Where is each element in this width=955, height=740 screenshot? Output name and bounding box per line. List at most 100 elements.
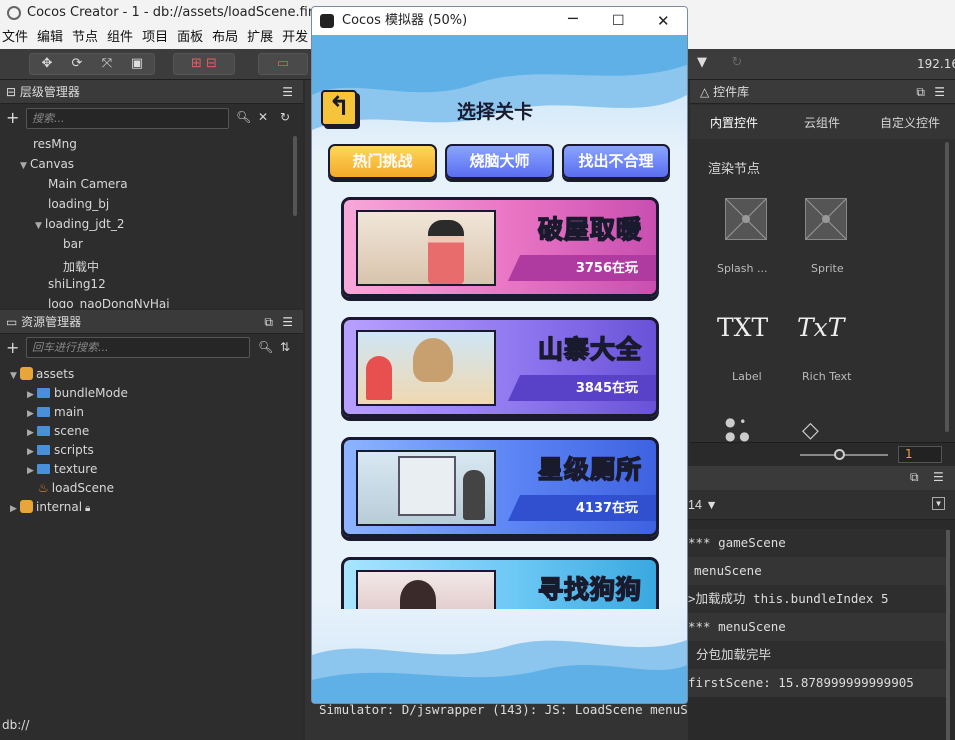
assets-root[interactable]: ▼ assets (10, 364, 74, 384)
tree-node[interactable]: resMng (33, 134, 77, 154)
asset-scene-file[interactable]: ♨ loadScene (38, 478, 114, 498)
snap-tools[interactable]: ▭ (258, 53, 308, 75)
tab-custom[interactable]: 自定义控件 (880, 114, 940, 131)
menu-edit[interactable]: 编辑 (37, 27, 63, 49)
label-widget-icon[interactable]: TXT (717, 313, 768, 342)
expand-arrow-icon[interactable]: ▼ (10, 366, 20, 386)
tree-node-label: texture (54, 462, 98, 476)
menu-file[interactable]: 文件 (2, 27, 28, 49)
asset-folder[interactable]: ▶ scene (27, 421, 89, 441)
log-line: >加载成功 this.bundleIndex 5 (688, 585, 948, 613)
tab-hot-challenge[interactable]: 热门挑战 (328, 144, 437, 179)
menu-node[interactable]: 节点 (72, 27, 98, 49)
asset-folder[interactable]: ▶ main (27, 402, 84, 422)
tree-node[interactable]: bar (63, 234, 83, 254)
tree-node[interactable]: Main Camera (48, 174, 128, 194)
assets-tree: ▼ assets ▶ bundleMode ▶ main ▶ scene ▶ script… (0, 364, 300, 524)
panel-popout-icon[interactable]: ⧉ (910, 470, 919, 485)
back-button[interactable]: ↰ (321, 90, 357, 126)
locate-icon[interactable]: ✕ (258, 110, 268, 124)
menu-project[interactable]: 项目 (142, 27, 168, 49)
hierarchy-search-input[interactable]: 搜索... (26, 108, 229, 129)
search-icon[interactable]: 🔍︎ (236, 110, 251, 124)
sort-icon[interactable]: ⇅ (280, 340, 290, 354)
level-card[interactable]: 星级厕所 4137在玩 (341, 437, 659, 537)
level-title: 星级厕所 (537, 454, 642, 485)
back-arrow-icon: ↰ (328, 92, 350, 122)
paint-splash-bottom (312, 640, 687, 703)
tree-node-label: loadScene (51, 481, 114, 495)
add-node-icon[interactable]: + (6, 108, 19, 127)
expand-arrow-icon[interactable]: ▼ (35, 216, 45, 236)
tree-node[interactable]: loading_bj (48, 194, 109, 214)
tiledmap-widget-icon[interactable]: ◇ (802, 418, 819, 443)
refresh-hierarchy-icon[interactable]: ↻ (280, 110, 290, 124)
close-icon[interactable]: ✕ (657, 7, 670, 35)
expand-arrow-icon[interactable]: ▼ (20, 156, 30, 176)
hierarchy-scrollbar[interactable] (293, 136, 297, 216)
console-toolbar: 14 ▼ ▼ (688, 490, 955, 520)
zoom-input[interactable]: 1 (898, 446, 942, 463)
splash-widget[interactable] (725, 198, 767, 240)
folder-icon (37, 426, 50, 436)
particle-widget-icon[interactable]: ● • ● ● (725, 415, 750, 443)
tab-cloud[interactable]: 云组件 (804, 114, 840, 131)
tab-builtin[interactable]: 内置控件 (710, 114, 758, 131)
window-title: Cocos Creator - 1 - db://assets/loadScen… (27, 5, 321, 20)
panel-menu-icon[interactable]: ☰ (934, 80, 945, 104)
level-players: 4137在玩 (575, 501, 638, 516)
folder-icon (37, 445, 50, 455)
maximize-icon[interactable]: ☐ (612, 7, 625, 35)
menu-developer[interactable]: 开发 (282, 27, 308, 49)
menu-layout[interactable]: 布局 (212, 27, 238, 49)
rich-text-widget-icon[interactable]: TxT (797, 313, 844, 342)
tab-brain-master[interactable]: 烧脑大师 (445, 144, 554, 179)
menu-extension[interactable]: 扩展 (247, 27, 273, 49)
search-icon[interactable]: 🔍︎ (258, 340, 273, 354)
level-card[interactable]: 破屋取暖 3756在玩 (341, 197, 659, 297)
sprite-widget[interactable] (805, 198, 847, 240)
panel-menu-icon[interactable]: ☰ (282, 310, 293, 334)
tree-node[interactable]: shiLing12 (48, 274, 106, 294)
panel-menu-icon[interactable]: ☰ (933, 470, 944, 484)
gumball-machine (366, 356, 392, 400)
asset-folder[interactable]: ▶ texture (27, 459, 97, 479)
tree-node-loading-jdt[interactable]: ▼ loading_jdt_2 (35, 214, 125, 234)
asset-folder[interactable]: ▶ bundleMode (27, 383, 128, 403)
rotate-tool-icon[interactable]: ⟳ (62, 54, 92, 74)
panel-menu-icon[interactable]: ☰ (282, 80, 293, 104)
move-tool-icon[interactable]: ✥ (32, 54, 62, 74)
pivot-tools[interactable]: ⊞ ⊟ (173, 53, 235, 75)
widget-library-title: 控件库 (713, 85, 750, 99)
collapse-arrow-icon[interactable]: ▶ (27, 461, 37, 481)
play-dropdown-icon[interactable]: ▼ (690, 53, 714, 75)
widget-scrollbar[interactable] (945, 142, 949, 432)
minimize-icon[interactable]: ─ (568, 7, 578, 33)
level-card[interactable]: 寻找狗狗 (341, 557, 659, 609)
asset-folder[interactable]: ▶ scripts (27, 440, 94, 460)
tab-find-unreasonable[interactable]: 找出不合理 (562, 144, 670, 179)
add-asset-icon[interactable]: + (6, 338, 19, 357)
assets-internal[interactable]: ▶ internal 🔒︎ (10, 497, 90, 517)
menu-panel[interactable]: 面板 (177, 27, 203, 49)
cocos-logo-icon (320, 14, 334, 28)
font-size-select[interactable]: 14 ▼ (688, 498, 718, 512)
console-scrollbar[interactable] (946, 530, 950, 740)
scale-tool-icon[interactable]: ⤧ (92, 54, 122, 74)
refresh-icon[interactable]: ↻ (724, 53, 750, 75)
collapse-arrow-icon[interactable]: ▶ (10, 499, 20, 519)
panel-popout-icon[interactable]: ⧉ (264, 310, 273, 334)
assets-search-input[interactable]: 回车进行搜索... (26, 337, 250, 358)
tree-node-canvas[interactable]: ▼ Canvas (20, 154, 74, 174)
rect-tool-icon[interactable]: ▣ (122, 54, 152, 74)
splash-label: Splash ... (717, 262, 768, 275)
level-card[interactable]: 山寨大全 3845在玩 (341, 317, 659, 417)
folder-icon (37, 388, 50, 398)
panel-popout-icon[interactable]: ⧉ (916, 80, 925, 104)
collapse-icon[interactable]: ▼ (932, 497, 945, 510)
tree-node[interactable]: logo_naoDongNvHai (48, 294, 170, 308)
zoom-slider-handle[interactable] (834, 449, 845, 460)
font-size-value: 14 (688, 498, 702, 512)
menu-component[interactable]: 组件 (107, 27, 133, 49)
level-players: 3845在玩 (575, 381, 638, 396)
